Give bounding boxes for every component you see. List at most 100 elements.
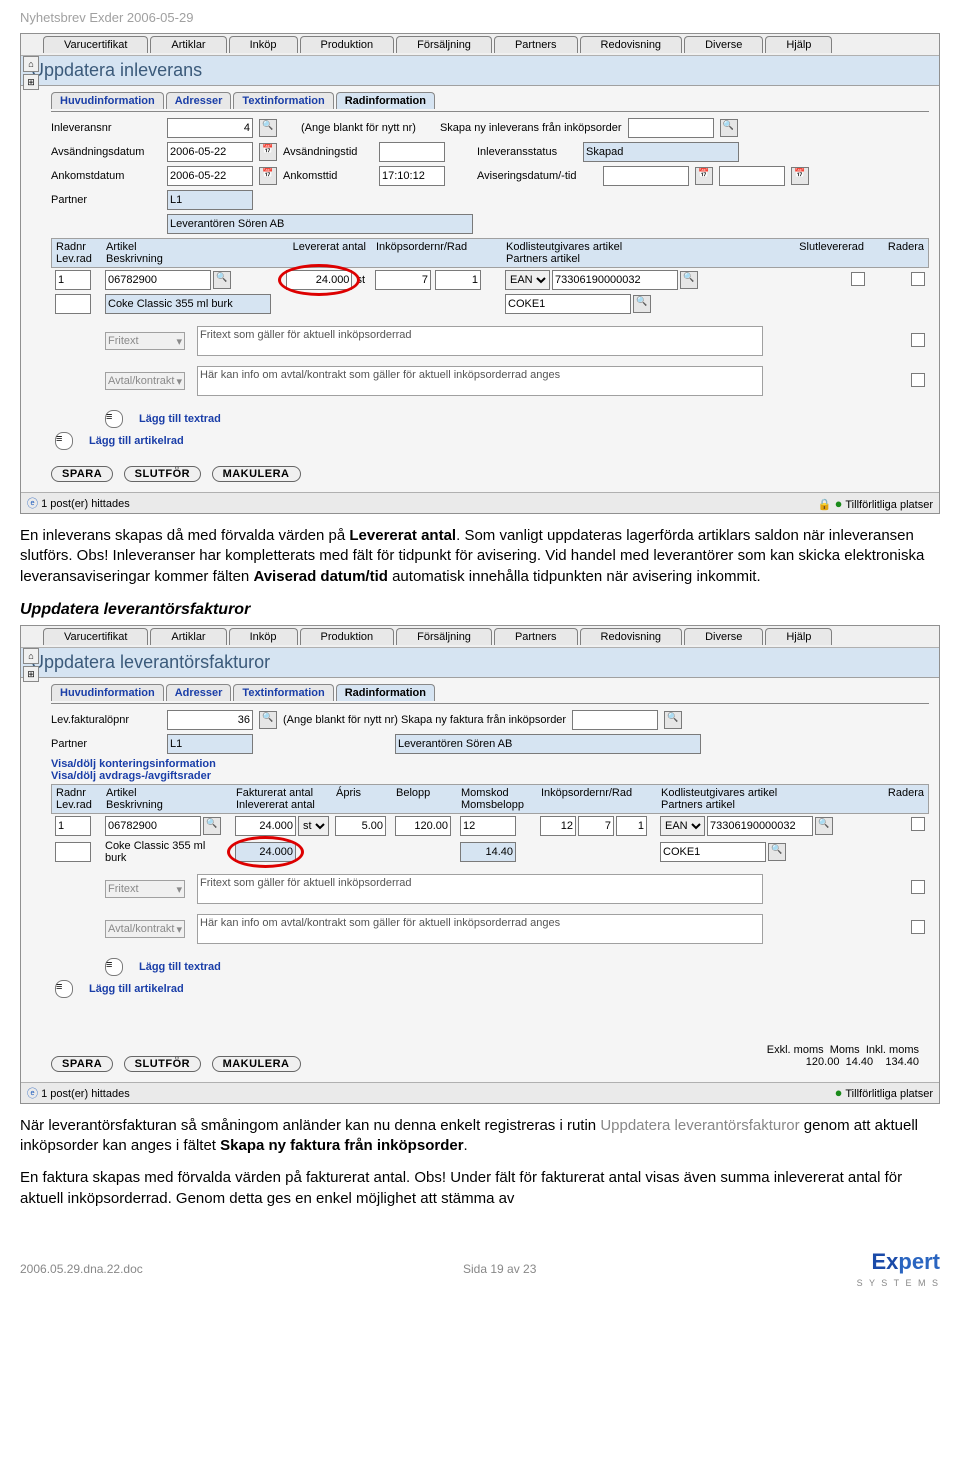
fritext-select[interactable]: Fritext ▾ xyxy=(105,332,185,350)
calendar-icon[interactable] xyxy=(791,167,809,185)
levrad-field[interactable] xyxy=(55,294,91,314)
tab-radinfo[interactable]: Radinformation xyxy=(336,92,435,109)
levantal-field[interactable] xyxy=(286,270,352,290)
avtal-check[interactable] xyxy=(911,373,925,387)
search-icon[interactable] xyxy=(203,817,221,835)
anktid-field[interactable] xyxy=(379,166,445,186)
avisdatum-field[interactable] xyxy=(603,166,689,186)
menu-forsaljning[interactable]: Försäljning xyxy=(396,36,492,53)
menu-partners[interactable]: Partners xyxy=(494,628,578,645)
search-icon[interactable] xyxy=(664,711,682,729)
search-icon[interactable] xyxy=(768,843,786,861)
ordernr-field[interactable] xyxy=(375,270,431,290)
ordernr-field[interactable] xyxy=(540,816,576,836)
faktantal-field[interactable] xyxy=(235,816,296,836)
home-icon[interactable]: ⌂ xyxy=(23,56,39,72)
coke-field[interactable] xyxy=(505,294,631,314)
inlevnr-field[interactable] xyxy=(167,118,253,138)
add-icon[interactable]: ≡ xyxy=(105,958,123,976)
search-icon[interactable] xyxy=(633,295,651,313)
tab-textinfo[interactable]: Textinformation xyxy=(233,684,333,701)
calendar-icon[interactable] xyxy=(259,143,277,161)
tab-huvud[interactable]: Huvudinformation xyxy=(51,92,164,109)
tab-huvud[interactable]: Huvudinformation xyxy=(51,684,164,701)
makulera-button[interactable]: MAKULERA xyxy=(212,466,301,482)
menu-partners[interactable]: Partners xyxy=(494,36,578,53)
avtal-check[interactable] xyxy=(911,920,925,934)
search-icon[interactable] xyxy=(815,817,833,835)
menu-produktion[interactable]: Produktion xyxy=(300,628,395,645)
home-icon[interactable]: ⌂ xyxy=(23,648,39,664)
belopp-field[interactable] xyxy=(395,816,451,836)
lagg-textrad[interactable]: Lägg till textrad xyxy=(139,413,221,425)
menu-forsaljning[interactable]: Försäljning xyxy=(396,628,492,645)
menu-redovisning[interactable]: Redovisning xyxy=(580,628,683,645)
skapany-field[interactable] xyxy=(628,118,714,138)
menu-artiklar[interactable]: Artiklar xyxy=(150,628,226,645)
menu-produktion[interactable]: Produktion xyxy=(300,36,395,53)
radera-checkbox[interactable] xyxy=(911,272,925,286)
menu-inkop[interactable]: Inköp xyxy=(229,628,298,645)
add-icon[interactable]: ≡ xyxy=(55,432,73,450)
ean-field[interactable] xyxy=(707,816,813,836)
levrad-field[interactable] xyxy=(55,842,91,862)
tab-adresser[interactable]: Adresser xyxy=(166,684,232,701)
lagg-artikelrad[interactable]: Lägg till artikelrad xyxy=(89,983,184,995)
rad-field[interactable] xyxy=(435,270,481,290)
menu-artiklar[interactable]: Artiklar xyxy=(150,36,226,53)
avistid-field[interactable] xyxy=(719,166,785,186)
ean-select[interactable]: EAN xyxy=(505,270,550,290)
slutlev-checkbox[interactable] xyxy=(851,272,865,286)
artikel-field[interactable] xyxy=(105,816,201,836)
avstid-field[interactable] xyxy=(379,142,445,162)
menu-hjalp[interactable]: Hjälp xyxy=(765,36,832,53)
menu-diverse[interactable]: Diverse xyxy=(684,36,763,53)
fritext-check[interactable] xyxy=(911,333,925,347)
lagg-textrad[interactable]: Lägg till textrad xyxy=(139,961,221,973)
search-icon[interactable] xyxy=(213,271,231,289)
rad-field[interactable] xyxy=(616,816,647,836)
ankdatum-field[interactable] xyxy=(167,166,253,186)
menu-hjalp[interactable]: Hjälp xyxy=(765,628,832,645)
tab-adresser[interactable]: Adresser xyxy=(166,92,232,109)
artikel-field[interactable] xyxy=(105,270,211,290)
avtal-select[interactable]: Avtal/kontrakt ▾ xyxy=(105,372,185,390)
fritext-check[interactable] xyxy=(911,880,925,894)
menu-redovisning[interactable]: Redovisning xyxy=(580,36,683,53)
makulera-button[interactable]: MAKULERA xyxy=(212,1056,301,1072)
fritext-select[interactable]: Fritext ▾ xyxy=(105,880,185,898)
avtal-select[interactable]: Avtal/kontrakt ▾ xyxy=(105,920,185,938)
ordernr2-field[interactable] xyxy=(578,816,614,836)
unit-select[interactable]: st xyxy=(298,816,329,836)
spara-button[interactable]: SPARA xyxy=(51,466,113,482)
kontering-link[interactable]: Visa/dölj konteringsinformation xyxy=(51,758,929,770)
coke-field[interactable] xyxy=(660,842,766,862)
search-icon[interactable] xyxy=(720,119,738,137)
spara-button[interactable]: SPARA xyxy=(51,1056,113,1072)
radera-checkbox[interactable] xyxy=(911,817,925,831)
apris-field[interactable] xyxy=(335,816,386,836)
blocks-icon[interactable]: ⊞ xyxy=(23,74,39,90)
blocks-icon[interactable]: ⊞ xyxy=(23,666,39,682)
ean-select[interactable]: EAN xyxy=(660,816,705,836)
search-icon[interactable] xyxy=(259,711,277,729)
avtal-area[interactable]: Här kan info om avtal/kontrakt som gälle… xyxy=(197,914,763,944)
skapafaktura-field[interactable] xyxy=(572,710,658,730)
menu-diverse[interactable]: Diverse xyxy=(684,628,763,645)
calendar-icon[interactable] xyxy=(695,167,713,185)
lagg-artikelrad[interactable]: Lägg till artikelrad xyxy=(89,435,184,447)
add-icon[interactable]: ≡ xyxy=(55,980,73,998)
fritext-area[interactable]: Fritext som gäller för aktuell inköpsord… xyxy=(197,326,763,356)
avsdatum-field[interactable] xyxy=(167,142,253,162)
momskod-field[interactable] xyxy=(460,816,516,836)
add-icon[interactable]: ≡ xyxy=(105,410,123,428)
tab-radinfo[interactable]: Radinformation xyxy=(336,684,435,701)
radnr-field[interactable] xyxy=(55,816,91,836)
search-icon[interactable] xyxy=(259,119,277,137)
menu-varucertifikat[interactable]: Varucertifikat xyxy=(43,628,148,645)
menu-inkop[interactable]: Inköp xyxy=(229,36,298,53)
avdrag-link[interactable]: Visa/dölj avdrags-/avgiftsrader xyxy=(51,770,929,782)
fritext-area[interactable]: Fritext som gäller för aktuell inköpsord… xyxy=(197,874,763,904)
slutfor-button[interactable]: SLUTFÖR xyxy=(124,1056,201,1072)
slutfor-button[interactable]: SLUTFÖR xyxy=(124,466,201,482)
